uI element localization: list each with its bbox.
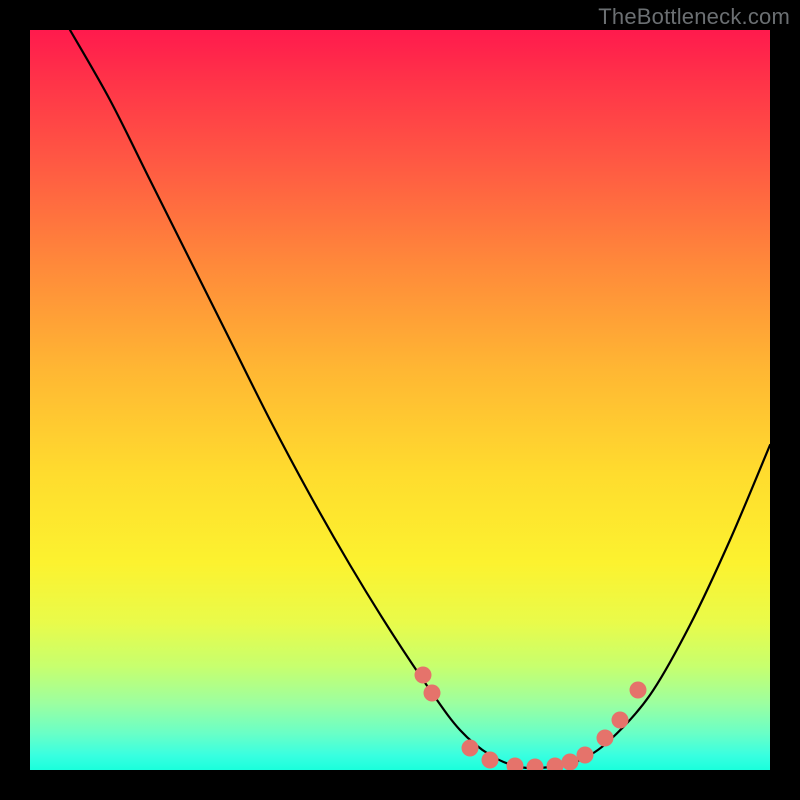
highlighted-point [597,730,614,747]
highlighted-point [482,752,499,769]
bottleneck-curve-path [70,30,770,768]
highlighted-point [547,758,564,771]
highlighted-point [577,747,594,764]
highlighted-point [507,758,524,771]
highlighted-point [612,712,629,729]
highlighted-points-group [415,667,647,771]
highlighted-point [462,740,479,757]
highlighted-point [415,667,432,684]
watermark-text: TheBottleneck.com [598,4,790,30]
highlighted-point [424,685,441,702]
plot-area [30,30,770,770]
highlighted-point [630,682,647,699]
highlighted-point [562,754,579,771]
highlighted-point [527,759,544,771]
bottleneck-curve-svg [30,30,770,770]
